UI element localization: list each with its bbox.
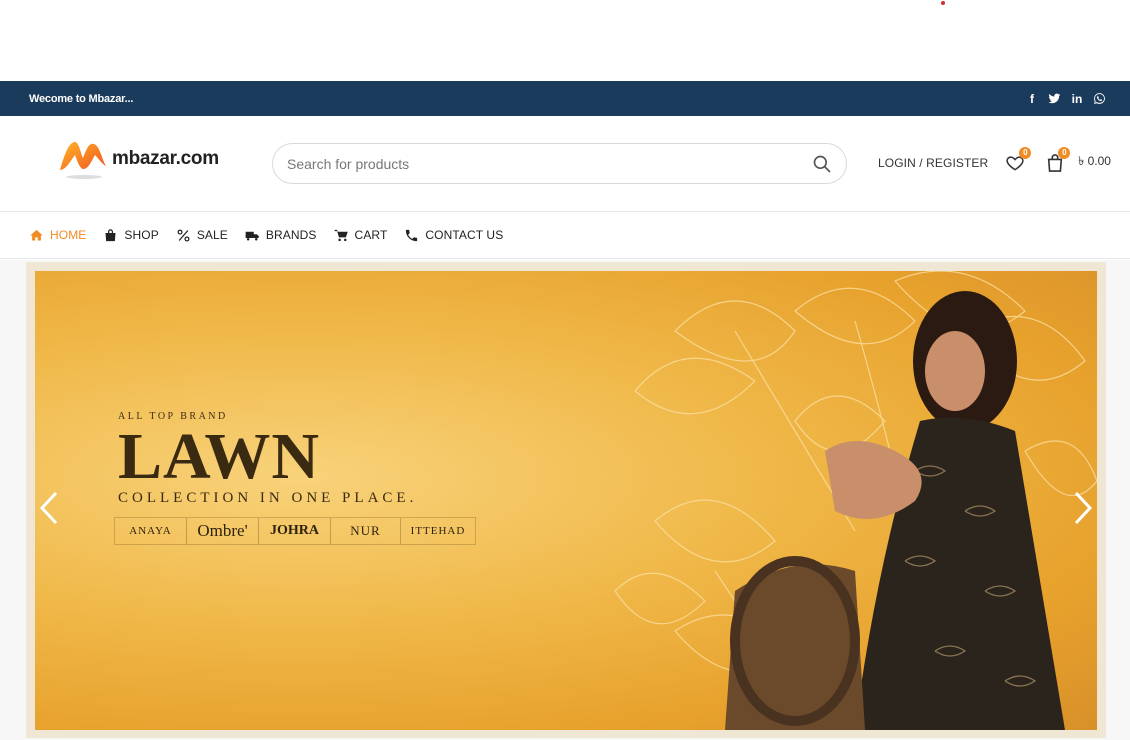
wishlist-count-badge: 0	[1019, 147, 1032, 159]
welcome-text: Wecome to Mbazar...	[29, 92, 134, 105]
chevron-left-icon	[39, 491, 58, 525]
nav-item-cart[interactable]: CART	[334, 228, 388, 243]
hero-slide[interactable]: ALL TOP BRAND LAWN COLLECTION IN ONE PLA…	[35, 271, 1097, 730]
brand-logo-ittehad: ITTEHAD	[410, 525, 466, 537]
brand-logo-anaya: ANAYA	[115, 518, 187, 544]
login-register-link[interactable]: LOGIN / REGISTER	[878, 156, 988, 170]
nav-label: BRANDS	[265, 228, 317, 242]
brand-logo-nur: NUR	[331, 518, 401, 544]
red-dot-marker	[941, 1, 945, 5]
nav-item-brands[interactable]: BRANDS	[245, 228, 317, 243]
top-bar: Wecome to Mbazar... f in	[0, 81, 1130, 116]
search-icon[interactable]	[812, 154, 832, 174]
logo-text: mbazar.com	[112, 148, 219, 169]
cart-total[interactable]: ৳ 0.00	[1078, 153, 1111, 173]
chevron-right-icon	[1074, 491, 1093, 525]
bag-icon	[103, 228, 118, 243]
hero-copy: ALL TOP BRAND LAWN COLLECTION IN ONE PLA…	[114, 411, 476, 545]
model-figure	[725, 291, 1065, 730]
nav-item-home[interactable]: HOME	[29, 228, 86, 243]
truck-icon	[245, 228, 260, 243]
search-bar	[272, 143, 847, 184]
linkedin-icon[interactable]: in	[1071, 92, 1083, 106]
percent-icon	[176, 228, 191, 243]
nav-label: CART	[354, 228, 388, 242]
brand-logo-johra: JOHRA	[259, 518, 331, 544]
search-input[interactable]	[287, 155, 812, 172]
cart-count-badge: 0	[1058, 147, 1071, 159]
nav-label: CONTACT US	[425, 228, 504, 242]
nav-label: HOME	[50, 228, 87, 242]
brand-logo-ombre: Ombre'	[187, 518, 259, 544]
brand-strip: ANAYA Ombre' JOHRA NUR ITTEHAD	[114, 517, 476, 545]
logo[interactable]: mbazar.com	[58, 136, 219, 182]
phone-icon	[404, 228, 419, 243]
nav-label: SALE	[196, 228, 228, 242]
nav-item-contact-us[interactable]: CONTACT US	[404, 228, 503, 243]
cart-icon	[334, 228, 349, 243]
main-nav: HOME SHOP SALE BRANDS CART CONTACT US	[0, 212, 1130, 259]
site-header: mbazar.com LOGIN / REGISTER 0 0 ৳ 0.00	[0, 116, 1130, 212]
twitter-icon[interactable]	[1048, 92, 1061, 105]
logo-mark-icon	[58, 136, 110, 182]
hero-subline: COLLECTION IN ONE PLACE.	[118, 490, 418, 506]
hero-headline: LAWN	[118, 420, 321, 493]
facebook-icon[interactable]: f	[1026, 92, 1038, 106]
cart-button[interactable]: 0	[1046, 147, 1071, 173]
wishlist-button[interactable]: 0	[1005, 147, 1032, 173]
whatsapp-icon[interactable]	[1093, 92, 1106, 105]
nav-item-sale[interactable]: SALE	[176, 228, 228, 243]
nav-label: SHOP	[124, 228, 159, 242]
slider-next-arrow[interactable]	[1072, 491, 1094, 525]
header-actions: LOGIN / REGISTER 0 0 ৳ 0.00	[878, 147, 1111, 175]
home-icon	[29, 228, 44, 243]
social-links: f in	[1026, 92, 1106, 106]
slider-prev-arrow[interactable]	[38, 491, 60, 525]
nav-item-shop[interactable]: SHOP	[103, 228, 159, 243]
